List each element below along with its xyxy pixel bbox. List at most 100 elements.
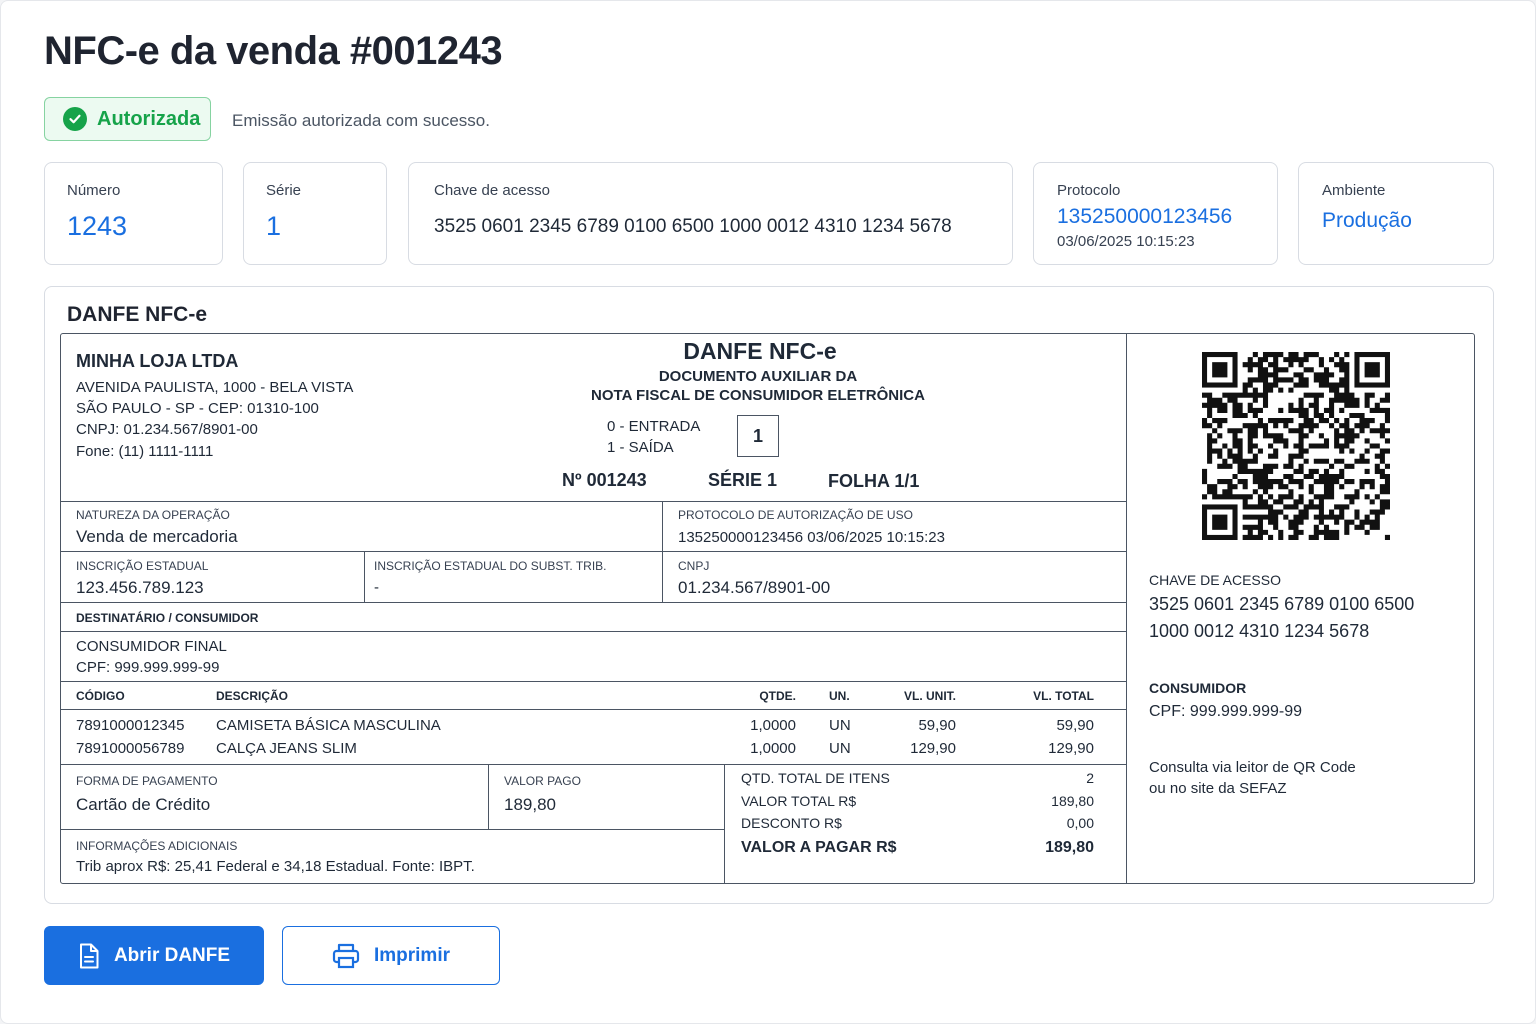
serie-label: Série [266, 182, 302, 199]
printer-icon [332, 943, 360, 968]
chave-label: Chave de acesso [434, 182, 550, 199]
valor-total-label: VALOR TOTAL R$ [741, 793, 857, 809]
item-vl-unit: 59,90 [918, 717, 956, 734]
desconto-value: 0,00 [1066, 815, 1094, 831]
divider [61, 709, 1126, 710]
divider [488, 764, 489, 829]
natureza-label: NATUREZA DA OPERAÇÃO [76, 508, 230, 522]
panel-title: DANFE NFC-e [67, 303, 207, 326]
cnpj-label: CNPJ [678, 559, 710, 573]
pagamento-value: Cartão de Crédito [76, 795, 211, 814]
item-vl-total: 59,90 [1056, 717, 1094, 734]
desconto-label: DESCONTO R$ [741, 815, 842, 831]
divider [61, 602, 1126, 603]
danfe-document: MINHA LOJA LTDA AVENIDA PAULISTA, 1000 -… [60, 333, 1475, 884]
col-vl-total: VL. TOTAL [1033, 689, 1094, 703]
item-descricao: CALÇA JEANS SLIM [216, 740, 357, 757]
info-label: INFORMAÇÕES ADICIONAIS [76, 839, 238, 853]
item-un: UN [829, 740, 851, 757]
col-descricao: DESCRIÇÃO [216, 689, 289, 703]
divider [61, 764, 1126, 765]
divider [61, 681, 1126, 682]
pagamento-label: FORMA DE PAGAMENTO [76, 774, 218, 788]
qr-code-icon [1202, 352, 1391, 541]
chave-card: Chave de acesso 3525 0601 2345 6789 0100… [408, 162, 1013, 265]
destinatario-cpf: CPF: 999.999.999-99 [76, 659, 220, 676]
item-qtde: 1,0000 [750, 717, 796, 734]
check-circle-icon [63, 107, 87, 131]
emitente-name: MINHA LOJA LTDA [76, 351, 239, 371]
ambiente-card: Ambiente Produção [1298, 162, 1494, 265]
status-label: Autorizada [97, 107, 201, 130]
open-danfe-button[interactable]: Abrir DANFE [44, 926, 264, 985]
item-vl-total: 129,90 [1048, 740, 1094, 757]
valor-total-value: 189,80 [1051, 793, 1094, 809]
ie-st-value: - [374, 579, 379, 596]
col-qtde: QTDE. [759, 689, 796, 703]
item-un: UN [829, 717, 851, 734]
divider [61, 829, 724, 830]
emitente-phone: Fone: (11) 1111-1111 [76, 443, 214, 460]
protocolo-value: 135250000123456 [1057, 205, 1233, 228]
divider [364, 551, 365, 602]
valor-pagar-value: 189,80 [1045, 839, 1094, 856]
emitente-address2: SÃO PAULO - SP - CEP: 01310-100 [76, 400, 319, 417]
natureza-value: Venda de mercadoria [76, 527, 238, 546]
col-codigo: CÓDIGO [76, 689, 125, 703]
numero-label: Número [67, 182, 121, 199]
protocolo-autorizacao-label: PROTOCOLO DE AUTORIZAÇÃO DE USO [678, 508, 913, 522]
item-qtde: 1,0000 [750, 740, 796, 757]
document-icon [79, 943, 99, 968]
divider [724, 764, 725, 883]
col-vl-unit: VL. UNIT. [903, 689, 956, 703]
tipo-box: 1 [737, 415, 779, 457]
side-chave-line2: 1000 0012 4310 1234 5678 [1149, 621, 1370, 641]
side-chave-label: CHAVE DE ACESSO [1149, 572, 1282, 588]
ambiente-value: Produção [1322, 209, 1412, 232]
emitente-address1: AVENIDA PAULISTA, 1000 - BELA VISTA [76, 379, 354, 396]
chave-value: 3525 0601 2345 6789 0100 6500 1000 0012 … [434, 216, 952, 237]
danfe-subtitle1: DOCUMENTO AUXILIAR DA [658, 368, 858, 385]
item-codigo: 7891000012345 [76, 717, 185, 734]
page-title: NFC-e da venda #001243 [44, 29, 503, 73]
emitente-cnpj: CNPJ: 01.234.567/8901-00 [76, 421, 258, 438]
page: NFC-e da venda #001243 Autorizada Emissã… [0, 0, 1536, 1024]
status-badge: Autorizada [44, 97, 211, 141]
side-consulta-line2: ou no site da SEFAZ [1149, 780, 1287, 797]
serie-value: 1 [266, 211, 282, 241]
protocolo-card: Protocolo 135250000123456 03/06/2025 10:… [1033, 162, 1278, 265]
valor-pago-value: 189,80 [504, 795, 556, 814]
danfe-title: DANFE NFC-e [683, 338, 837, 364]
item-descricao: CAMISETA BÁSICA MASCULINA [216, 717, 441, 734]
divider [1126, 334, 1127, 883]
divider [61, 551, 1126, 552]
info-value: Trib aprox R$: 25,41 Federal e 34,18 Est… [76, 858, 475, 875]
status-message: Emissão autorizada com sucesso. [232, 111, 490, 130]
protocolo-label: Protocolo [1057, 182, 1121, 199]
doc-serie: SÉRIE 1 [708, 470, 778, 490]
print-label: Imprimir [373, 944, 451, 966]
ie-label: INSCRIÇÃO ESTADUAL [76, 559, 209, 573]
cnpj-value: 01.234.567/8901-00 [678, 578, 831, 597]
side-consumidor-cpf: CPF: 999.999.999-99 [1149, 703, 1302, 720]
destinatario-label: DESTINATÁRIO / CONSUMIDOR [76, 611, 259, 625]
qtd-total-value: 2 [1086, 770, 1094, 786]
danfe-subtitle2: NOTA FISCAL DE CONSUMIDOR ELETRÔNICA [591, 387, 925, 404]
divider [61, 631, 1126, 632]
col-un: UN. [829, 689, 850, 703]
ambiente-label: Ambiente [1322, 182, 1386, 199]
doc-folha: FOLHA 1/1 [828, 471, 920, 491]
side-consulta-line1: Consulta via leitor de QR Code [1149, 759, 1356, 776]
ie-value: 123.456.789.123 [76, 578, 204, 597]
ie-st-label: INSCRIÇÃO ESTADUAL DO SUBST. TRIB. [374, 559, 607, 573]
numero-card: Número 1243 [44, 162, 223, 265]
numero-value: 1243 [67, 211, 128, 241]
protocolo-datetime: 03/06/2025 10:15:23 [1057, 233, 1195, 250]
entrada-label: 0 - ENTRADA [607, 418, 701, 435]
protocolo-autorizacao-value: 135250000123456 03/06/2025 10:15:23 [678, 529, 945, 546]
print-button[interactable]: Imprimir [282, 926, 500, 985]
side-consumidor-label: CONSUMIDOR [1149, 680, 1247, 696]
divider [61, 501, 1126, 502]
valor-pagar-label: VALOR A PAGAR R$ [741, 839, 897, 856]
item-codigo: 7891000056789 [76, 740, 185, 757]
